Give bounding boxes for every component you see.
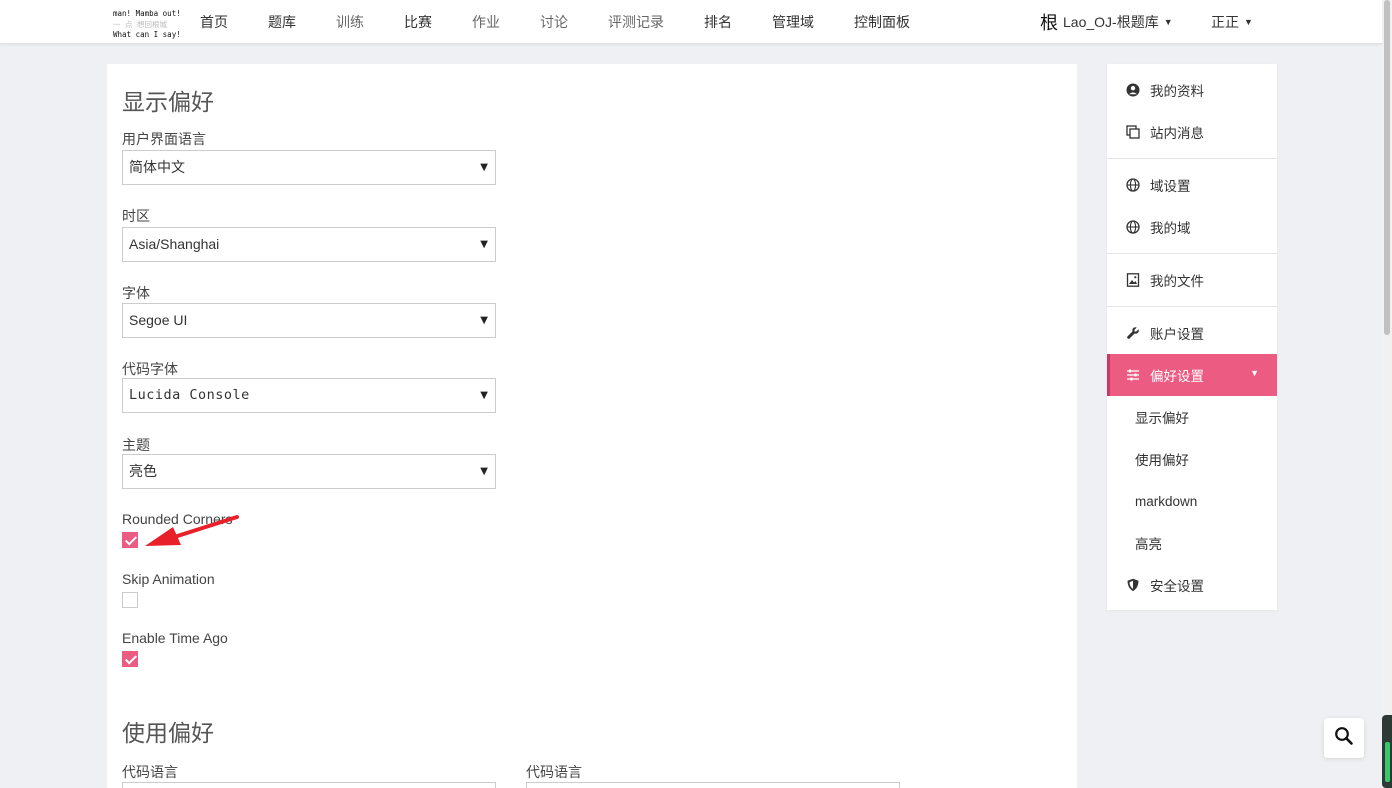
sidebar-divider bbox=[1107, 158, 1277, 159]
font-label: 字体 bbox=[122, 285, 150, 301]
nav-item-contests[interactable]: 比赛 bbox=[404, 12, 432, 32]
nav-item-problems[interactable]: 题库 bbox=[268, 12, 296, 32]
logo-line-1: man! Mamba out! bbox=[113, 9, 181, 18]
code-font-value: Lucida Console bbox=[129, 387, 250, 403]
sidebar-item-profile[interactable]: 我的资料 bbox=[1107, 69, 1277, 111]
sidebar-subitem-highlight[interactable]: 高亮 bbox=[1107, 522, 1277, 564]
skip-animation-checkbox[interactable] bbox=[122, 592, 138, 608]
timezone-select[interactable]: Asia/Shanghai ▼ bbox=[122, 227, 496, 262]
sidebar-label: 域设置 bbox=[1150, 179, 1191, 194]
sidebar-label: 我的资料 bbox=[1150, 84, 1204, 99]
domain-selector[interactable]: 根 Lao_OJ-根题库 ▼ bbox=[1040, 0, 1173, 44]
sidebar-label: 偏好设置 bbox=[1150, 369, 1204, 384]
shield-icon bbox=[1126, 578, 1140, 592]
nav-item-discussion[interactable]: 讨论 bbox=[540, 12, 568, 32]
font-value: Segoe UI bbox=[129, 312, 188, 328]
scrollbar-thumb[interactable] bbox=[1384, 0, 1390, 335]
chevron-down-icon: ▼ bbox=[1163, 17, 1173, 27]
chevron-down-icon: ▼ bbox=[480, 162, 488, 173]
chevron-down-icon: ▼ bbox=[1244, 17, 1253, 27]
sidebar-subitem-display[interactable]: 显示偏好 bbox=[1107, 396, 1277, 438]
sidebar-label: 站内消息 bbox=[1150, 126, 1204, 141]
nav-menu: 首页 题库 训练 比赛 作业 讨论 评测记录 排名 管理域 控制面板 bbox=[200, 0, 950, 44]
chevron-down-icon: ▼ bbox=[480, 390, 488, 401]
annotation-arrow bbox=[145, 515, 239, 546]
chevron-down-icon: ▼ bbox=[480, 239, 488, 250]
ui-language-select[interactable]: 简体中文 ▼ bbox=[122, 150, 496, 185]
domain-icon: 根 bbox=[1040, 13, 1058, 34]
code-language-select-2[interactable] bbox=[526, 782, 900, 788]
search-icon bbox=[1334, 726, 1354, 751]
top-navbar: man! Mamba out! 一 点 想回根城 What can I say!… bbox=[0, 0, 1382, 44]
font-select[interactable]: Segoe UI ▼ bbox=[122, 303, 496, 338]
skip-animation-label: Skip Animation bbox=[122, 571, 215, 587]
nav-item-home[interactable]: 首页 bbox=[200, 12, 228, 32]
globe-icon bbox=[1126, 220, 1140, 234]
timezone-label: 时区 bbox=[122, 208, 150, 224]
sidebar-item-preferences[interactable]: 偏好设置 ▼ bbox=[1107, 354, 1277, 396]
sidebar-label: 我的域 bbox=[1150, 221, 1191, 236]
search-button[interactable] bbox=[1324, 718, 1364, 758]
enable-time-ago-checkbox[interactable] bbox=[122, 651, 138, 667]
sidebar-item-security[interactable]: 安全设置 bbox=[1107, 564, 1277, 606]
sidebar-label: 账户设置 bbox=[1150, 327, 1204, 342]
site-logo[interactable]: man! Mamba out! 一 点 想回根城 What can I say! bbox=[113, 6, 181, 40]
rounded-corners-checkbox[interactable] bbox=[122, 532, 138, 548]
settings-panel: 显示偏好 用户界面语言 简体中文 ▼ 时区 Asia/Shanghai ▼ 字体… bbox=[107, 64, 1077, 788]
code-language-label: 代码语言 bbox=[122, 764, 178, 780]
sidebar-divider bbox=[1107, 306, 1277, 307]
sidebar-item-my-files[interactable]: 我的文件 bbox=[1107, 259, 1277, 301]
sidebar-item-domain-settings[interactable]: 域设置 bbox=[1107, 164, 1277, 206]
code-language-select[interactable] bbox=[122, 782, 496, 788]
sidebar-divider bbox=[1107, 253, 1277, 254]
edge-widget[interactable] bbox=[1382, 715, 1392, 788]
sidebar-subitem-usage[interactable]: 使用偏好 bbox=[1107, 438, 1277, 480]
domain-label: Lao_OJ-根题库 bbox=[1063, 14, 1159, 30]
nav-item-ranking[interactable]: 排名 bbox=[704, 12, 732, 32]
sidebar-label: 安全设置 bbox=[1150, 579, 1204, 594]
user-name: 正正 bbox=[1211, 14, 1239, 30]
globe-icon bbox=[1126, 178, 1140, 192]
nav-item-control-panel[interactable]: 控制面板 bbox=[854, 12, 910, 32]
nav-item-records[interactable]: 评测记录 bbox=[608, 12, 664, 32]
user-menu[interactable]: 正正 ▼ bbox=[1211, 0, 1253, 44]
logo-line-2: 一 点 想回根城 bbox=[113, 20, 168, 29]
section-title-usage-prefs: 使用偏好 bbox=[122, 720, 214, 746]
sidebar-item-account-settings[interactable]: 账户设置 bbox=[1107, 312, 1277, 354]
chevron-down-icon: ▼ bbox=[1250, 368, 1259, 378]
code-font-label: 代码字体 bbox=[122, 361, 178, 377]
code-language-label-2: 代码语言 bbox=[526, 764, 582, 780]
nav-item-training[interactable]: 训练 bbox=[336, 12, 364, 32]
chevron-down-icon: ▼ bbox=[480, 466, 488, 477]
sliders-icon bbox=[1126, 368, 1140, 382]
page-scrollbar[interactable] bbox=[1382, 0, 1392, 788]
sidebar-item-messages[interactable]: 站内消息 bbox=[1107, 111, 1277, 153]
theme-select[interactable]: 亮色 ▼ bbox=[122, 454, 496, 489]
code-font-select[interactable]: Lucida Console ▼ bbox=[122, 378, 496, 413]
message-icon bbox=[1126, 125, 1140, 139]
nav-item-homework[interactable]: 作业 bbox=[472, 12, 500, 32]
chevron-down-icon: ▼ bbox=[480, 315, 488, 326]
enable-time-ago-label: Enable Time Ago bbox=[122, 630, 228, 646]
wrench-icon bbox=[1126, 326, 1140, 340]
sidebar-subitem-markdown[interactable]: markdown bbox=[1107, 480, 1277, 522]
sidebar-item-my-domains[interactable]: 我的域 bbox=[1107, 206, 1277, 248]
theme-label: 主题 bbox=[122, 437, 150, 453]
image-file-icon bbox=[1126, 273, 1140, 287]
logo-line-3: What can I say! bbox=[113, 30, 181, 39]
edge-widget-bar bbox=[1385, 742, 1390, 782]
ui-language-label: 用户界面语言 bbox=[122, 131, 206, 147]
settings-sidebar: 我的资料 站内消息 域设置 我的域 我的文件 账户设置 偏好设置 ▼ 显示偏好 … bbox=[1107, 64, 1277, 610]
user-circle-icon bbox=[1126, 83, 1140, 97]
ui-language-value: 简体中文 bbox=[129, 159, 185, 175]
theme-value: 亮色 bbox=[129, 463, 157, 479]
nav-item-manage-domain[interactable]: 管理域 bbox=[772, 12, 814, 32]
timezone-value: Asia/Shanghai bbox=[129, 236, 220, 252]
section-title-display-prefs: 显示偏好 bbox=[122, 89, 214, 115]
sidebar-label: 我的文件 bbox=[1150, 274, 1204, 289]
